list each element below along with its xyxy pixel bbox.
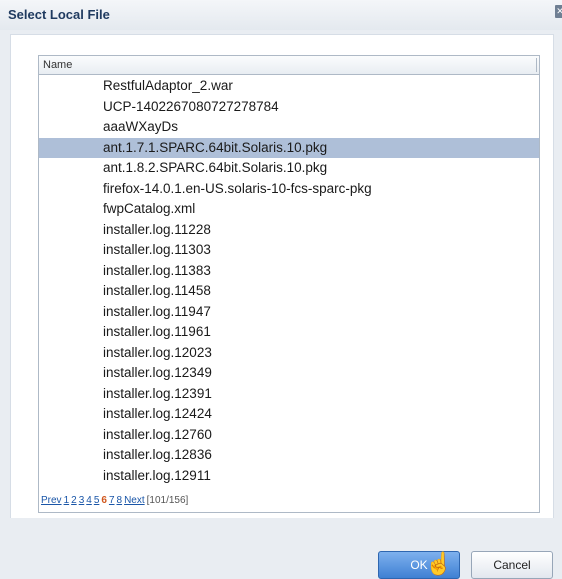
file-list: RestfulAdaptor_2.war UCP-1402267080727278… <box>39 75 539 486</box>
dialog-body: Name RestfulAdaptor_2.war UCP-14022670807… <box>10 34 554 520</box>
page-link-3[interactable]: 3 <box>79 495 85 506</box>
file-row[interactable]: installer.log.12836 <box>39 445 539 466</box>
prev-page-link[interactable]: Prev <box>41 495 62 506</box>
record-count: [101/156] <box>146 495 189 506</box>
page-link-4[interactable]: 4 <box>86 495 92 506</box>
file-row[interactable]: RestfulAdaptor_2.war <box>39 76 539 97</box>
page-link-8[interactable]: 8 <box>117 495 123 506</box>
file-row[interactable]: installer.log.12023 <box>39 343 539 364</box>
file-row[interactable]: installer.log.12349 <box>39 363 539 384</box>
dialog-title-bar: Select Local File ✕ <box>0 0 562 30</box>
file-row[interactable]: installer.log.11228 <box>39 220 539 241</box>
column-header-label: Name <box>43 59 73 71</box>
current-page: 6 <box>101 495 107 506</box>
file-row[interactable]: fwpCatalog.xml <box>39 199 539 220</box>
next-page-link[interactable]: Next <box>124 495 145 506</box>
page-link-7[interactable]: 7 <box>109 495 115 506</box>
cancel-button[interactable]: Cancel <box>471 551 553 579</box>
file-row[interactable]: installer.log.11303 <box>39 240 539 261</box>
dialog-footer: OK Cancel ☝ <box>0 518 562 579</box>
page-link-1[interactable]: 1 <box>64 495 70 506</box>
file-row[interactable]: firefox-14.0.1.en-US.solaris-10-fcs-spar… <box>39 179 539 200</box>
file-row[interactable]: UCP-1402267080727278784 <box>39 97 539 118</box>
dialog-title: Select Local File <box>8 7 110 22</box>
file-row[interactable]: ant.1.7.1.SPARC.64bit.Solaris.10.pkg <box>39 137 539 158</box>
file-row[interactable]: installer.log.12424 <box>39 404 539 425</box>
ok-button[interactable]: OK <box>378 551 460 579</box>
file-list-panel: Name RestfulAdaptor_2.war UCP-14022670807… <box>38 55 540 513</box>
page-link-2[interactable]: 2 <box>71 495 77 506</box>
file-row[interactable]: installer.log.11383 <box>39 261 539 282</box>
file-row[interactable]: installer.log.11947 <box>39 302 539 323</box>
file-row[interactable]: installer.log.11458 <box>39 281 539 302</box>
column-divider <box>536 58 537 72</box>
close-icon[interactable]: ✕ <box>555 5 562 18</box>
file-row[interactable]: installer.log.12911 <box>39 466 539 487</box>
column-header-name[interactable]: Name <box>39 56 539 75</box>
page-link-5[interactable]: 5 <box>94 495 100 506</box>
file-row[interactable]: installer.log.12760 <box>39 425 539 446</box>
file-row[interactable]: installer.log.12391 <box>39 384 539 405</box>
file-row[interactable]: installer.log.11961 <box>39 322 539 343</box>
file-row[interactable]: aaaWXayDs <box>39 117 539 138</box>
file-row[interactable]: ant.1.8.2.SPARC.64bit.Solaris.10.pkg <box>39 158 539 179</box>
pagination: Prev 1 2 3 4 5 6 7 8 Next [101/156] <box>41 495 188 506</box>
